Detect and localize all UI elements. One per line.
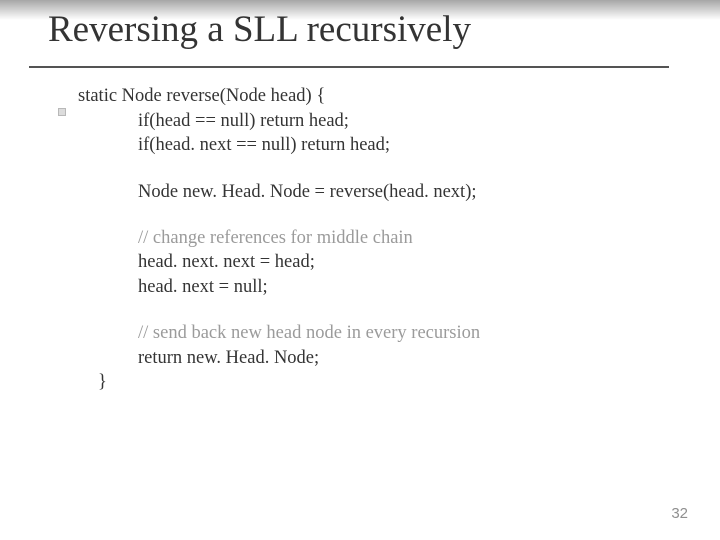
code-line: if(head == null) return head; — [138, 109, 700, 133]
code-signature: static Node reverse(Node head) { — [78, 84, 700, 108]
code-close-brace: } — [98, 370, 700, 394]
title-wrap: Reversing a SLL recursively — [0, 8, 720, 68]
code-line: if(head. next == null) return head; — [138, 133, 700, 157]
bullet-marker — [58, 108, 66, 116]
code-line: head. next. next = head; — [138, 250, 700, 274]
code-line: return new. Head. Node; — [138, 346, 700, 370]
slide: Reversing a SLL recursively static Node … — [0, 0, 720, 540]
code-comment: // change references for middle chain — [138, 226, 700, 250]
page-number: 32 — [671, 505, 688, 522]
code-line: Node new. Head. Node = reverse(head. nex… — [138, 180, 700, 204]
code-body: static Node reverse(Node head) { if(head… — [0, 68, 720, 394]
slide-title: Reversing a SLL recursively — [48, 8, 720, 58]
code-comment: // send back new head node in every recu… — [138, 321, 700, 345]
code-line: head. next = null; — [138, 275, 700, 299]
